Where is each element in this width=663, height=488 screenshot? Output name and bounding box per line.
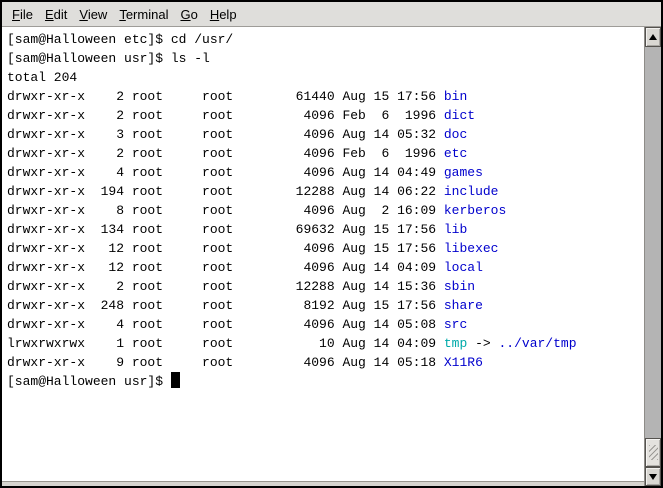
terminal-text: [sam@Halloween usr]$ ls -l	[7, 51, 210, 66]
main-area: [sam@Halloween etc]$ cd /usr/ [sam@Hallow…	[2, 27, 661, 486]
menu-item-go[interactable]: Go	[174, 4, 203, 25]
terminal-line: drwxr-xr-x 4 root root 4096 Aug 14 04:49…	[7, 163, 644, 182]
filename-etc: etc	[444, 146, 467, 161]
menu-item-file[interactable]: File	[6, 4, 39, 25]
terminal-text: drwxr-xr-x 3 root root 4096 Aug 14 05:32	[7, 127, 444, 142]
terminal-line: [sam@Halloween etc]$ cd /usr/	[7, 30, 644, 49]
terminal-column: [sam@Halloween etc]$ cd /usr/ [sam@Hallow…	[2, 27, 644, 486]
window-bottom-frame	[2, 481, 644, 486]
terminal-text: drwxr-xr-x 12 root root 4096 Aug 15 17:5…	[7, 241, 444, 256]
terminal-text: total 204	[7, 70, 77, 85]
terminal-text: ->	[467, 336, 498, 351]
menu-item-view[interactable]: View	[73, 4, 113, 25]
terminal-line: drwxr-xr-x 12 root root 4096 Aug 14 04:0…	[7, 258, 644, 277]
terminal-line: drwxr-xr-x 2 root root 4096 Feb 6 1996 d…	[7, 106, 644, 125]
filename-bin: bin	[444, 89, 467, 104]
terminal-output[interactable]: [sam@Halloween etc]$ cd /usr/ [sam@Hallow…	[2, 27, 644, 481]
down-arrow-icon	[649, 474, 657, 480]
filename-sbin: sbin	[444, 279, 475, 294]
scrollbar	[644, 27, 661, 486]
terminal-line: drwxr-xr-x 2 root root 61440 Aug 15 17:5…	[7, 87, 644, 106]
terminal-line: drwxr-xr-x 248 root root 8192 Aug 15 17:…	[7, 296, 644, 315]
terminal-line: [sam@Halloween usr]$ ls -l	[7, 49, 644, 68]
scroll-up-button[interactable]	[645, 27, 661, 47]
terminal-text: drwxr-xr-x 4 root root 4096 Aug 14 04:49	[7, 165, 444, 180]
terminal-line: drwxr-xr-x 194 root root 12288 Aug 14 06…	[7, 182, 644, 201]
filename-share: share	[444, 298, 483, 313]
terminal-text: drwxr-xr-x 194 root root 12288 Aug 14 06…	[7, 184, 444, 199]
terminal-line: [sam@Halloween usr]$	[7, 372, 644, 391]
menu-item-edit[interactable]: Edit	[39, 4, 73, 25]
scroll-down-button[interactable]	[645, 467, 661, 486]
terminal-text: lrwxrwxrwx 1 root root 10 Aug 14 04:09	[7, 336, 444, 351]
filename-src: src	[444, 317, 467, 332]
diagonal-grip-icon	[649, 445, 658, 460]
filename-tmp: tmp	[444, 336, 467, 351]
terminal-text: [sam@Halloween etc]$ cd /usr/	[7, 32, 233, 47]
terminal-line: drwxr-xr-x 3 root root 4096 Aug 14 05:32…	[7, 125, 644, 144]
filename-x11r6: X11R6	[444, 355, 483, 370]
terminal-line: total 204	[7, 68, 644, 87]
terminal-line: drwxr-xr-x 134 root root 69632 Aug 15 17…	[7, 220, 644, 239]
filename-dict: dict	[444, 108, 475, 123]
filename-games: games	[444, 165, 483, 180]
terminal-text: drwxr-xr-x 2 root root 4096 Feb 6 1996	[7, 108, 444, 123]
up-arrow-icon	[649, 34, 657, 40]
terminal-text: [sam@Halloween usr]$	[7, 374, 171, 389]
terminal-text: drwxr-xr-x 2 root root 4096 Feb 6 1996	[7, 146, 444, 161]
terminal-line: drwxr-xr-x 2 root root 4096 Feb 6 1996 e…	[7, 144, 644, 163]
filename-lib: lib	[444, 222, 467, 237]
scrollbar-track[interactable]	[645, 47, 661, 467]
terminal-text: drwxr-xr-x 4 root root 4096 Aug 14 05:08	[7, 317, 444, 332]
menu-bar: FileEditViewTerminalGoHelp	[2, 2, 661, 27]
terminal-cursor	[171, 372, 180, 388]
menu-item-terminal[interactable]: Terminal	[113, 4, 174, 25]
symlink-target-var-tmp: ../var/tmp	[499, 336, 577, 351]
filename-include: include	[444, 184, 499, 199]
terminal-text: drwxr-xr-x 9 root root 4096 Aug 14 05:18	[7, 355, 444, 370]
scrollbar-thumb[interactable]	[645, 438, 661, 467]
terminal-line: lrwxrwxrwx 1 root root 10 Aug 14 04:09 t…	[7, 334, 644, 353]
menu-item-help[interactable]: Help	[204, 4, 243, 25]
terminal-text: drwxr-xr-x 2 root root 61440 Aug 15 17:5…	[7, 89, 444, 104]
terminal-line: drwxr-xr-x 9 root root 4096 Aug 14 05:18…	[7, 353, 644, 372]
terminal-text: drwxr-xr-x 12 root root 4096 Aug 14 04:0…	[7, 260, 444, 275]
filename-kerberos: kerberos	[444, 203, 506, 218]
terminal-text: drwxr-xr-x 8 root root 4096 Aug 2 16:09	[7, 203, 444, 218]
filename-libexec: libexec	[444, 241, 499, 256]
filename-doc: doc	[444, 127, 467, 142]
terminal-line: drwxr-xr-x 12 root root 4096 Aug 15 17:5…	[7, 239, 644, 258]
terminal-line: drwxr-xr-x 8 root root 4096 Aug 2 16:09 …	[7, 201, 644, 220]
terminal-text: drwxr-xr-x 248 root root 8192 Aug 15 17:…	[7, 298, 444, 313]
terminal-text: drwxr-xr-x 2 root root 12288 Aug 14 15:3…	[7, 279, 444, 294]
terminal-window: FileEditViewTerminalGoHelp [sam@Hallowee…	[0, 0, 663, 488]
terminal-text: drwxr-xr-x 134 root root 69632 Aug 15 17…	[7, 222, 444, 237]
terminal-line: drwxr-xr-x 2 root root 12288 Aug 14 15:3…	[7, 277, 644, 296]
terminal-line: drwxr-xr-x 4 root root 4096 Aug 14 05:08…	[7, 315, 644, 334]
filename-local: local	[444, 260, 483, 275]
